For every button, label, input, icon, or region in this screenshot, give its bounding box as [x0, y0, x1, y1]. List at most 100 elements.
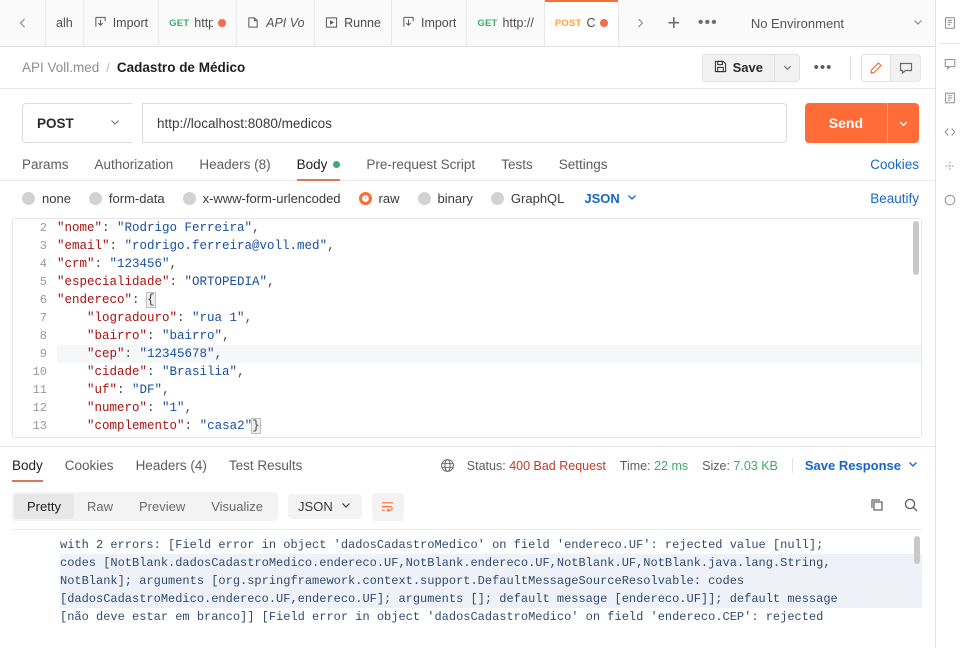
save-dropdown-button[interactable] [774, 53, 800, 82]
tab-item[interactable]: Runne [315, 0, 392, 46]
mock-icon[interactable] [937, 149, 963, 183]
body-type-none[interactable]: none [22, 191, 71, 206]
response-tab-body[interactable]: Body [12, 449, 43, 482]
save-response-button[interactable]: Save Response [791, 458, 919, 473]
http-method-selector[interactable]: POST [22, 103, 132, 143]
editor-line[interactable]: "bairro": "bairro", [57, 327, 921, 345]
copy-icon[interactable] [869, 497, 885, 516]
tab-item[interactable]: GET http [159, 0, 238, 46]
tab-headers[interactable]: Headers (8) [199, 157, 270, 181]
view-pretty[interactable]: Pretty [14, 494, 74, 519]
response-scrollbar[interactable] [914, 536, 920, 564]
url-input[interactable]: http://localhost:8080/medicos [142, 103, 787, 143]
view-raw[interactable]: Raw [74, 494, 126, 519]
tab-body[interactable]: Body [296, 157, 341, 181]
editor-line-number: 6 [39, 293, 47, 307]
comment-icon[interactable] [937, 47, 963, 81]
code-icon[interactable] [937, 115, 963, 149]
body-type-raw[interactable]: raw [358, 191, 400, 206]
cookies-link[interactable]: Cookies [870, 157, 919, 181]
editor-line[interactable]: "nome": "Rodrigo Ferreira", [57, 219, 921, 237]
comment-button[interactable] [891, 53, 921, 82]
new-tab-button[interactable]: + [657, 0, 691, 46]
editor-line[interactable]: "crm": "123456", [57, 255, 921, 273]
request-more-button[interactable]: ••• [806, 54, 840, 82]
response-body-text[interactable]: with 2 errors: [Field error in object 'd… [60, 530, 922, 634]
import-icon [402, 16, 416, 30]
body-type-form-data[interactable]: form-data [88, 191, 165, 206]
response-meta: Status: 400 Bad Request Time: 22 ms Size… [440, 458, 919, 473]
response-tab-test-results[interactable]: Test Results [229, 449, 303, 482]
edit-request-button[interactable] [861, 53, 891, 82]
tab-item-active[interactable]: POST Ca [544, 0, 619, 46]
view-visualize[interactable]: Visualize [198, 494, 276, 519]
tab-label: Pre-request Script [366, 157, 476, 172]
editor-line[interactable]: "cidade": "Brasilia", [57, 363, 921, 381]
tab-options-button[interactable]: ••• [691, 0, 725, 46]
tab-item[interactable]: API Vo [237, 0, 316, 46]
documentation-icon[interactable] [937, 6, 963, 40]
info-icon[interactable] [937, 81, 963, 115]
environment-selector[interactable]: No Environment [739, 0, 934, 46]
editor-line-number: 13 [32, 419, 47, 433]
tab-scroll-left-button[interactable] [0, 0, 46, 46]
time-value: 22 ms [654, 458, 689, 473]
tab-item[interactable]: GET http:// [467, 0, 545, 46]
monitor-icon[interactable] [937, 183, 963, 217]
collection-icon [247, 16, 261, 30]
status-value: 400 Bad Request [509, 458, 606, 473]
tab-pre-request-script[interactable]: Pre-request Script [366, 157, 475, 181]
tab-scroll-right-button[interactable] [623, 0, 657, 46]
right-sidebar [935, 0, 963, 648]
editor-line[interactable]: "endereco": { [57, 291, 921, 309]
globe-icon [440, 458, 455, 473]
send-options-button[interactable] [887, 103, 919, 143]
tab-tests[interactable]: Tests [501, 157, 533, 181]
tab-settings[interactable]: Settings [559, 157, 608, 181]
tab-item[interactable]: Import [83, 0, 160, 46]
tab-label: API Vo [266, 16, 305, 30]
tab-item[interactable]: Import [391, 0, 468, 46]
response-tab-cookies[interactable]: Cookies [65, 449, 114, 482]
editor-code-area[interactable]: "nome": "Rodrigo Ferreira", "email": "rod… [57, 219, 921, 437]
editor-line-number: 3 [39, 239, 47, 253]
breadcrumb-collection[interactable]: API Voll.med [22, 60, 99, 75]
postman-window: alh Import GET http API Vo Runne Import … [0, 0, 963, 648]
search-icon[interactable] [903, 497, 919, 516]
editor-line[interactable]: "email": "rodrigo.ferreira@voll.med", [57, 237, 921, 255]
body-type-urlencoded[interactable]: x-www-form-urlencoded [182, 191, 341, 206]
tab-label: Headers (8) [199, 157, 271, 172]
response-tab-headers[interactable]: Headers (4) [136, 449, 207, 482]
beautify-button[interactable]: Beautify [870, 191, 919, 206]
toolbar-divider [850, 55, 851, 80]
response-section-tabs: Body Cookies Headers (4) Test Results St… [0, 446, 935, 484]
editor-line[interactable]: "uf": "DF", [57, 381, 921, 399]
editor-line[interactable]: "numero": "1", [57, 399, 921, 417]
editor-line[interactable]: "especialidade": "ORTOPEDIA", [57, 273, 921, 291]
breadcrumb-bar: API Voll.med / Cadastro de Médico Save •… [0, 47, 935, 89]
radio-icon [182, 192, 196, 205]
editor-line[interactable]: "complemento": "casa2"} [57, 417, 921, 435]
editor-line-number: 7 [39, 311, 47, 325]
tab-label: Tests [501, 157, 533, 172]
wrap-lines-icon[interactable] [371, 492, 404, 521]
send-button[interactable]: Send [804, 103, 887, 143]
response-body-viewer[interactable]: with 2 errors: [Field error in object 'd… [12, 529, 922, 634]
save-label: Save [732, 60, 763, 75]
response-format-selector[interactable]: JSON [288, 494, 362, 519]
page-title: Cadastro de Médico [116, 60, 246, 75]
save-button[interactable]: Save [701, 53, 774, 82]
body-type-graphql[interactable]: GraphQL [490, 191, 564, 206]
editor-line[interactable]: "logradouro": "rua 1", [57, 309, 921, 327]
tab-authorization[interactable]: Authorization [95, 157, 174, 181]
body-type-binary[interactable]: binary [417, 191, 473, 206]
tab-item[interactable]: alh [46, 0, 84, 46]
request-tab-bar: alh Import GET http API Vo Runne Import … [0, 0, 935, 47]
view-preview[interactable]: Preview [126, 494, 198, 519]
body-format-value: JSON [584, 191, 620, 206]
request-body-editor[interactable]: 2 3 4 5 6 7 8 9 10 11 12 13 "nome": "Rodrigo Ferrei… [12, 218, 922, 438]
tab-params[interactable]: Params [22, 157, 69, 181]
editor-scrollbar[interactable] [913, 221, 919, 275]
editor-line[interactable]: "cep": "12345678", [57, 345, 921, 363]
body-format-selector[interactable]: JSON [584, 191, 637, 206]
